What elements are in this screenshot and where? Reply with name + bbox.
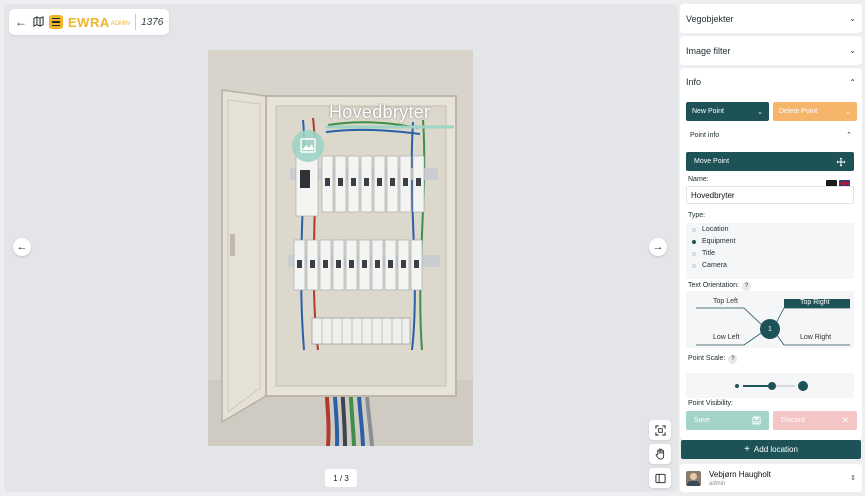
section-label: Image filter	[686, 45, 731, 56]
avatar-head	[690, 472, 697, 480]
point-info-header[interactable]: Point info ⌃	[686, 126, 856, 144]
radio-label: Camera	[702, 262, 727, 269]
chevron-up-icon: ⌃	[849, 77, 856, 87]
user-menu[interactable]: Vebjørn Haugholt admin ⇕	[680, 464, 862, 492]
scale-min-dot	[735, 384, 739, 388]
name-label: Name:	[688, 176, 709, 183]
sidebar: Vegobjekter ⌄ Image filter ⌄ Info ⌃ New …	[680, 4, 862, 492]
section-image-filter[interactable]: Image filter ⌄	[680, 36, 862, 65]
hand-icon	[655, 448, 664, 460]
focus-icon	[654, 424, 666, 436]
image-viewer[interactable]: ← EWRA ADMIN 1376 Hovedbryter ← → 1 / 3	[4, 4, 678, 492]
orientation-low-right[interactable]: Low Right	[800, 334, 831, 341]
save-discard-row: Save Discard ✕	[686, 411, 857, 430]
type-label: Type:	[688, 212, 706, 219]
project-id: 1376	[141, 16, 164, 28]
point-scale-text: Point Scale:	[688, 355, 726, 362]
map-icon[interactable]	[32, 15, 44, 29]
focus-tool-button[interactable]	[649, 420, 671, 440]
topbar-divider	[135, 14, 137, 30]
radio-camera[interactable]: Camera	[692, 262, 727, 269]
orientation-top-right[interactable]: Top Right	[800, 299, 830, 306]
move-point-label: Move Point	[694, 158, 730, 165]
point-label-overlay[interactable]: Hovedbryter	[329, 102, 430, 123]
radio-circle	[692, 263, 696, 268]
radio-location[interactable]: Location	[692, 226, 728, 233]
save-button[interactable]: Save	[686, 411, 769, 430]
pan-tool-button[interactable]	[649, 444, 671, 464]
user-details: Vebjørn Haugholt admin	[709, 470, 771, 487]
orientation-low-left[interactable]: Low Left	[713, 334, 739, 341]
sidebar-icon	[654, 473, 666, 483]
chevron-down-icon: ⌄	[849, 14, 856, 23]
chevron-updown-icon: ⇕	[850, 475, 856, 482]
arrow-right-icon: →	[652, 241, 664, 253]
radio-circle	[692, 239, 696, 244]
point-info-label: Point info	[690, 131, 720, 139]
move-point-button[interactable]: Move Point	[686, 152, 854, 171]
avatar	[686, 470, 701, 486]
name-input[interactable]: Hovedbryter	[686, 186, 854, 204]
radio-label: Equipment	[702, 238, 736, 245]
text-orientation-picker: Top Left Top Right Low Left Low Right 1	[686, 291, 854, 348]
image-pager: 1 / 3	[325, 469, 357, 487]
logo-text: EWRA	[68, 14, 110, 30]
section-info: Info ⌃ New Point ⌄ Delete Point ⌄ Point …	[680, 68, 862, 440]
new-point-label: New Point	[692, 108, 724, 115]
radio-circle	[692, 251, 696, 256]
delete-point-label: Delete Point	[779, 108, 818, 115]
user-role: admin	[709, 480, 726, 487]
section-vegobjekter[interactable]: Vegobjekter ⌄	[680, 4, 862, 33]
arrow-left-icon: ←	[16, 241, 28, 253]
user-name: Vebjørn Haugholt	[709, 469, 771, 479]
viewer-topbar: ← EWRA ADMIN 1376	[9, 9, 170, 35]
point-scale-slider[interactable]	[686, 373, 854, 398]
scale-max-dot	[798, 381, 808, 391]
radio-label: Location	[702, 226, 729, 233]
radio-equipment[interactable]: Equipment	[692, 238, 735, 245]
delete-point-button[interactable]: Delete Point ⌄	[773, 102, 857, 121]
chevron-down-icon: ⌄	[849, 46, 856, 55]
chevron-up-icon: ⌃	[846, 132, 852, 139]
plus-icon: +	[744, 444, 750, 455]
text-orientation-text: Text Orientation:	[688, 282, 739, 289]
save-icon	[752, 416, 761, 425]
cabinet-photo: Hovedbryter	[208, 50, 473, 446]
discard-label: Discard	[781, 417, 805, 424]
move-icon	[836, 157, 846, 166]
radio-label: Title	[702, 250, 715, 257]
discard-button[interactable]: Discard ✕	[773, 411, 857, 430]
ewra-logo-icon	[49, 15, 63, 29]
add-location-label: Add location	[753, 445, 798, 454]
section-label: Info	[686, 77, 702, 87]
section-label: Vegobjekter	[686, 13, 734, 24]
help-icon[interactable]: ?	[728, 355, 738, 364]
chevron-down-icon: ⌄	[845, 108, 851, 116]
toggle-panel-button[interactable]	[649, 468, 671, 488]
text-orientation-label: Text Orientation:?	[688, 282, 751, 291]
add-location-button[interactable]: + Add location	[681, 440, 861, 459]
point-visibility-label: Point Visibility:	[688, 400, 734, 407]
radio-title[interactable]: Title	[692, 250, 715, 257]
point-scale-label: Point Scale:?	[688, 355, 738, 364]
new-point-button[interactable]: New Point ⌄	[686, 102, 769, 121]
app-root: ← EWRA ADMIN 1376 Hovedbryter ← → 1 / 3 …	[0, 0, 865, 496]
save-label: Save	[694, 417, 710, 424]
scale-thumb[interactable]	[767, 382, 776, 390]
chevron-down-icon: ⌄	[757, 108, 763, 116]
orientation-top-left[interactable]: Top Left	[713, 298, 738, 305]
point-action-row: New Point ⌄ Delete Point ⌄	[686, 102, 857, 121]
logo-admin-label: ADMIN	[110, 21, 131, 27]
info-header[interactable]: Info ⌃	[680, 68, 862, 96]
orientation-center-marker: 1	[760, 319, 780, 339]
type-radio-group: Location Equipment Title Camera	[686, 223, 854, 279]
previous-image-button[interactable]: ←	[13, 238, 31, 256]
radio-circle	[692, 227, 696, 232]
avatar-body	[687, 480, 700, 486]
back-arrow-icon[interactable]: ←	[15, 16, 27, 28]
close-icon: ✕	[841, 415, 849, 425]
help-icon[interactable]: ?	[741, 282, 751, 291]
next-image-button[interactable]: →	[649, 238, 667, 256]
